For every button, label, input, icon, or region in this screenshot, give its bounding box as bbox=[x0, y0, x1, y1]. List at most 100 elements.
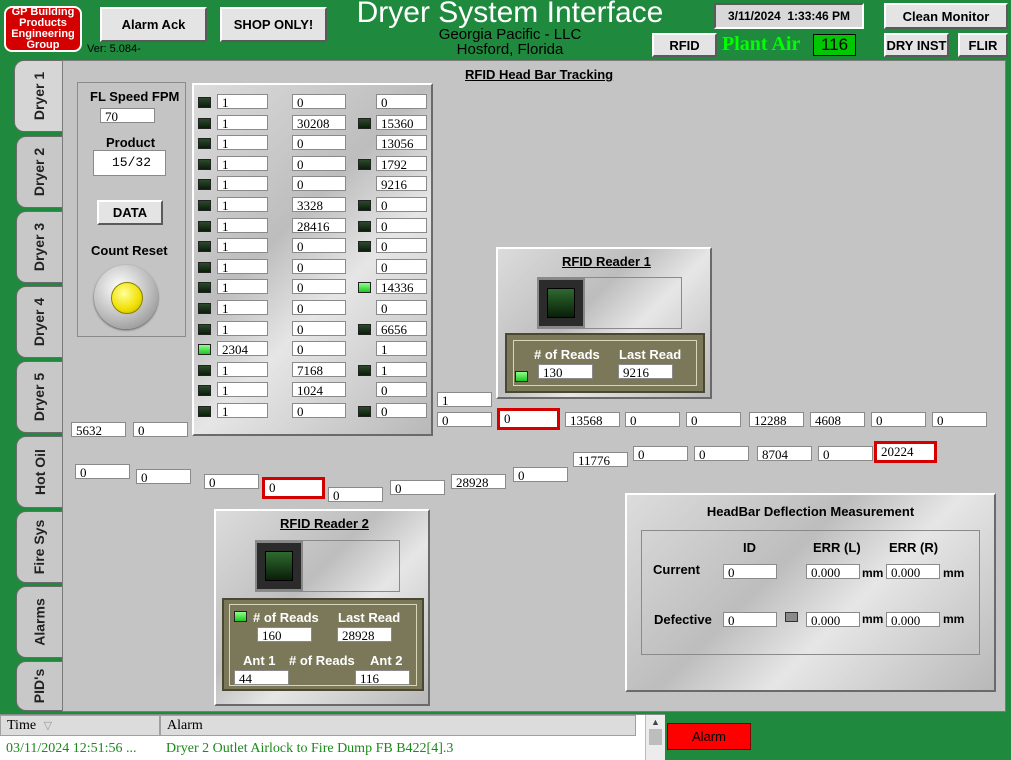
track-field: 0 bbox=[871, 412, 926, 428]
tab-pids[interactable]: PID's bbox=[16, 661, 62, 711]
rfid-button[interactable]: RFID bbox=[652, 33, 717, 57]
grid-field: 1 bbox=[217, 300, 268, 316]
grid-field: 1 bbox=[217, 362, 268, 378]
grid-led bbox=[358, 324, 371, 335]
grid-field: 0 bbox=[292, 238, 346, 254]
track-field: 0 bbox=[204, 474, 259, 490]
grid-field: 1 bbox=[217, 259, 268, 275]
tab-fire-sys[interactable]: Fire Sys bbox=[16, 511, 62, 583]
reader-2-reads-field: 160 bbox=[257, 627, 312, 643]
tab-hot-oil[interactable]: Hot Oil bbox=[16, 436, 62, 508]
reader-2-ant1-field: 44 bbox=[234, 670, 289, 686]
tab-alarms[interactable]: Alarms bbox=[16, 586, 62, 658]
deflection-current-id: 0 bbox=[723, 564, 777, 580]
grid-field: 0 bbox=[292, 135, 346, 151]
count-reset-button[interactable] bbox=[94, 265, 158, 329]
data-button[interactable]: DATA bbox=[97, 200, 163, 225]
deflection-current-errr: 0.000 bbox=[886, 564, 940, 580]
alarm-header-label: Alarm bbox=[167, 718, 203, 733]
tab-dryer-1[interactable]: Dryer 1 bbox=[14, 60, 64, 132]
track-field: 0 bbox=[686, 412, 741, 428]
track-field: 11776 bbox=[573, 452, 628, 468]
grid-field: 2304 bbox=[217, 341, 268, 357]
track-field: 0 bbox=[437, 412, 492, 428]
reader-2-title: RFID Reader 2 bbox=[280, 516, 369, 531]
tab-label: Dryer 1 bbox=[31, 71, 48, 121]
grid-field: 0 bbox=[292, 341, 346, 357]
grid-field: 0 bbox=[292, 176, 346, 192]
product-label: Product bbox=[106, 135, 156, 150]
track-field: 4608 bbox=[810, 412, 865, 428]
product-field: 15/32 bbox=[93, 150, 166, 176]
count-reset-label: Count Reset bbox=[91, 243, 168, 258]
unit-label: mm bbox=[943, 612, 965, 626]
grid-led bbox=[198, 159, 211, 170]
tab-label: Dryer 3 bbox=[31, 222, 48, 272]
alarm-text-header[interactable]: Alarm bbox=[160, 715, 636, 736]
dry-inst-button[interactable]: DRY INST bbox=[884, 33, 949, 57]
grid-field: 0 bbox=[292, 300, 346, 316]
grid-led bbox=[198, 344, 211, 355]
grid-field: 7168 bbox=[292, 362, 346, 378]
clean-monitor-button[interactable]: Clean Monitor bbox=[884, 3, 1008, 29]
alarm-row-text[interactable]: Dryer 2 Outlet Airlock to Fire Dump FB B… bbox=[166, 741, 453, 757]
track-field: 0 bbox=[694, 446, 749, 462]
alarm-time-header[interactable]: Time ▽ bbox=[0, 715, 160, 736]
tab-dryer-5[interactable]: Dryer 5 bbox=[16, 361, 62, 433]
track-field: 5632 bbox=[71, 422, 126, 438]
grid-led bbox=[198, 324, 211, 335]
grid-led bbox=[358, 282, 371, 293]
grid-led bbox=[198, 406, 211, 417]
track-field: 0 bbox=[136, 469, 191, 485]
reader-1-title: RFID Reader 1 bbox=[562, 254, 651, 269]
tab-dryer-4[interactable]: Dryer 4 bbox=[16, 286, 62, 358]
scrollbar-thumb[interactable] bbox=[649, 729, 662, 745]
track-field-highlighted: 20224 bbox=[874, 441, 937, 463]
plant-air-value: 116 bbox=[813, 34, 856, 56]
track-field-highlighted: 0 bbox=[262, 477, 325, 499]
grid-field: 1 bbox=[217, 115, 268, 131]
tab-label: PID's bbox=[31, 668, 48, 704]
scroll-up-icon[interactable]: ▲ bbox=[646, 715, 665, 729]
grid-field: 6656 bbox=[376, 321, 427, 337]
track-field: 0 bbox=[328, 487, 383, 503]
fl-speed-label: FL Speed FPM bbox=[90, 89, 180, 104]
tab-dryer-3[interactable]: Dryer 3 bbox=[16, 211, 62, 283]
grid-field: 0 bbox=[376, 403, 427, 419]
reader-1-last-label: Last Read bbox=[619, 347, 682, 362]
grid-field: 14336 bbox=[376, 279, 427, 295]
tab-label: Hot Oil bbox=[31, 449, 48, 495]
grid-field: 1 bbox=[217, 156, 268, 172]
time-header-label: Time bbox=[7, 718, 37, 733]
datetime-display: 3/11/2024 1:33:46 PM bbox=[714, 3, 864, 29]
shop-only-button[interactable]: SHOP ONLY! bbox=[220, 7, 327, 42]
grid-field: 1 bbox=[217, 197, 268, 213]
grid-led bbox=[198, 221, 211, 232]
logo-line: Group bbox=[26, 39, 60, 51]
alarm-ack-button[interactable]: Alarm Ack bbox=[100, 7, 207, 42]
grid-field: 0 bbox=[376, 300, 427, 316]
grid-field: 1 bbox=[217, 279, 268, 295]
deflection-defective-id: 0 bbox=[723, 612, 777, 628]
reader-1-last-field: 9216 bbox=[618, 364, 673, 380]
alarm-row-time[interactable]: 03/11/2024 12:51:56 ... bbox=[6, 741, 137, 757]
tab-dryer-2[interactable]: Dryer 2 bbox=[16, 136, 62, 208]
plant-air-label: Plant Air bbox=[722, 33, 801, 55]
grid-field: 0 bbox=[376, 94, 427, 110]
flir-button[interactable]: FLIR bbox=[958, 33, 1008, 57]
grid-field: 1 bbox=[217, 238, 268, 254]
track-field: 28928 bbox=[451, 474, 506, 490]
alarm-list-scrollbar[interactable]: ▲ bbox=[645, 715, 665, 760]
grid-field: 15360 bbox=[376, 115, 427, 131]
grid-led bbox=[358, 159, 371, 170]
grid-led bbox=[358, 221, 371, 232]
tab-label: Dryer 4 bbox=[31, 297, 48, 347]
grid-field: 0 bbox=[292, 156, 346, 172]
location-name: Hosford, Florida bbox=[456, 41, 564, 58]
unit-label: mm bbox=[943, 566, 965, 580]
tab-label: Alarms bbox=[31, 598, 48, 646]
reader-2-ant-reads-label: # of Reads bbox=[289, 653, 355, 668]
alarm-button[interactable]: Alarm bbox=[667, 723, 751, 750]
deflection-defective-errl: 0.000 bbox=[806, 612, 860, 628]
gp-logo: GP Building Products Engineering Group bbox=[4, 6, 82, 52]
